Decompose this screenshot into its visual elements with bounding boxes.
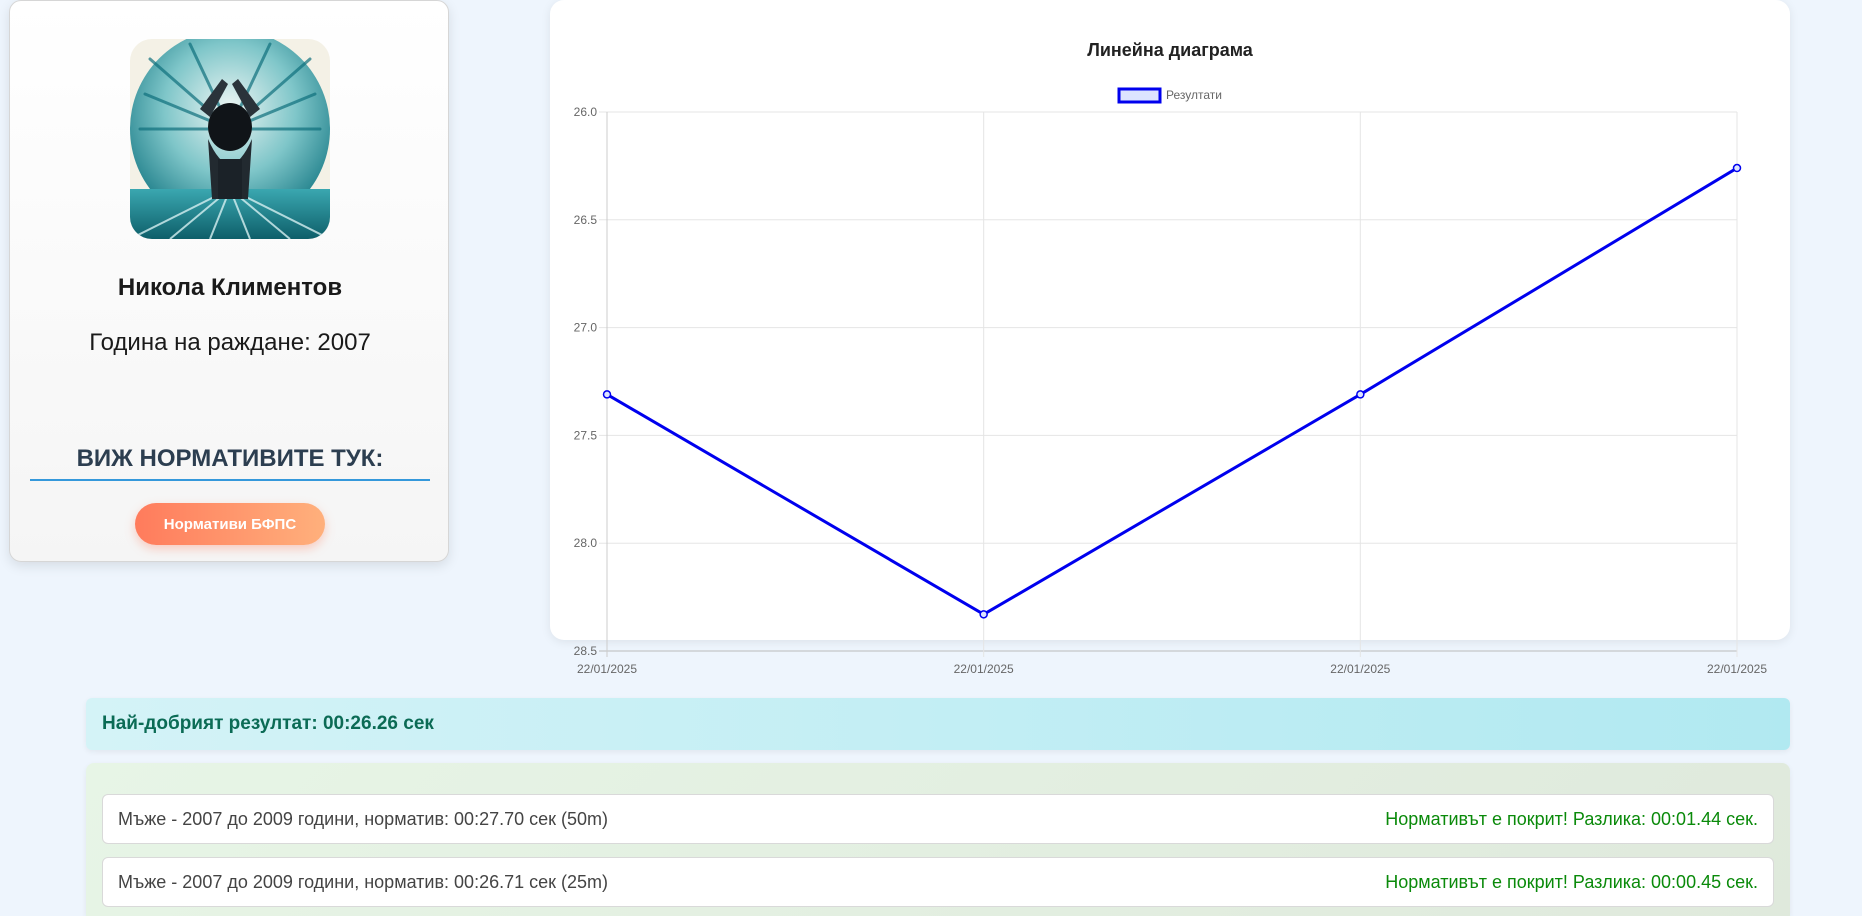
line-chart: Линейна диаграма Резултати 26.0 26.5 27.0 2… — [574, 40, 1768, 676]
norm-description: Мъже - 2007 до 2009 години, норматив: 00… — [118, 871, 609, 892]
series-line — [606, 166, 1738, 616]
legend-label: Резултати — [1166, 88, 1222, 102]
norm-row: Мъже - 2007 до 2009 години, норматив: 00… — [102, 857, 1774, 907]
chart-title: Линейна диаграма — [1087, 40, 1254, 60]
data-point — [602, 390, 612, 399]
data-point — [1356, 390, 1365, 399]
x-tick-label: 22/01/2025 — [1330, 662, 1390, 676]
norm-description: Мъже - 2007 до 2009 години, норматив: 00… — [118, 808, 609, 829]
x-tick-label: 22/01/2025 — [954, 662, 1014, 676]
y-tick-label: 27.0 — [574, 321, 598, 335]
x-tick-label: 22/01/2025 — [577, 662, 637, 676]
y-tick-label: 28.5 — [574, 644, 598, 658]
y-tick-label: 28.0 — [574, 536, 598, 550]
norm-status: Нормативът е покрит! Разлика: 00:01.44 с… — [1385, 808, 1758, 829]
legend-swatch — [1117, 87, 1162, 104]
norm-status: Нормативът е покрит! Разлика: 00:00.45 с… — [1385, 871, 1758, 892]
data-point — [979, 610, 988, 619]
norm-row: Мъже - 2007 до 2009 години, норматив: 00… — [102, 794, 1774, 844]
y-tick-label: 26.0 — [574, 105, 598, 119]
data-point — [1732, 163, 1742, 173]
norms-panel: Мъже - 2007 до 2009 години, норматив: 00… — [86, 763, 1790, 916]
best-result-banner: Най-добрият резултат: 00:26.26 сек — [86, 698, 1790, 750]
y-tick-label: 27.5 — [574, 428, 598, 442]
x-tick-label: 22/01/2025 — [1707, 662, 1767, 676]
y-tick-label: 26.5 — [574, 213, 598, 227]
